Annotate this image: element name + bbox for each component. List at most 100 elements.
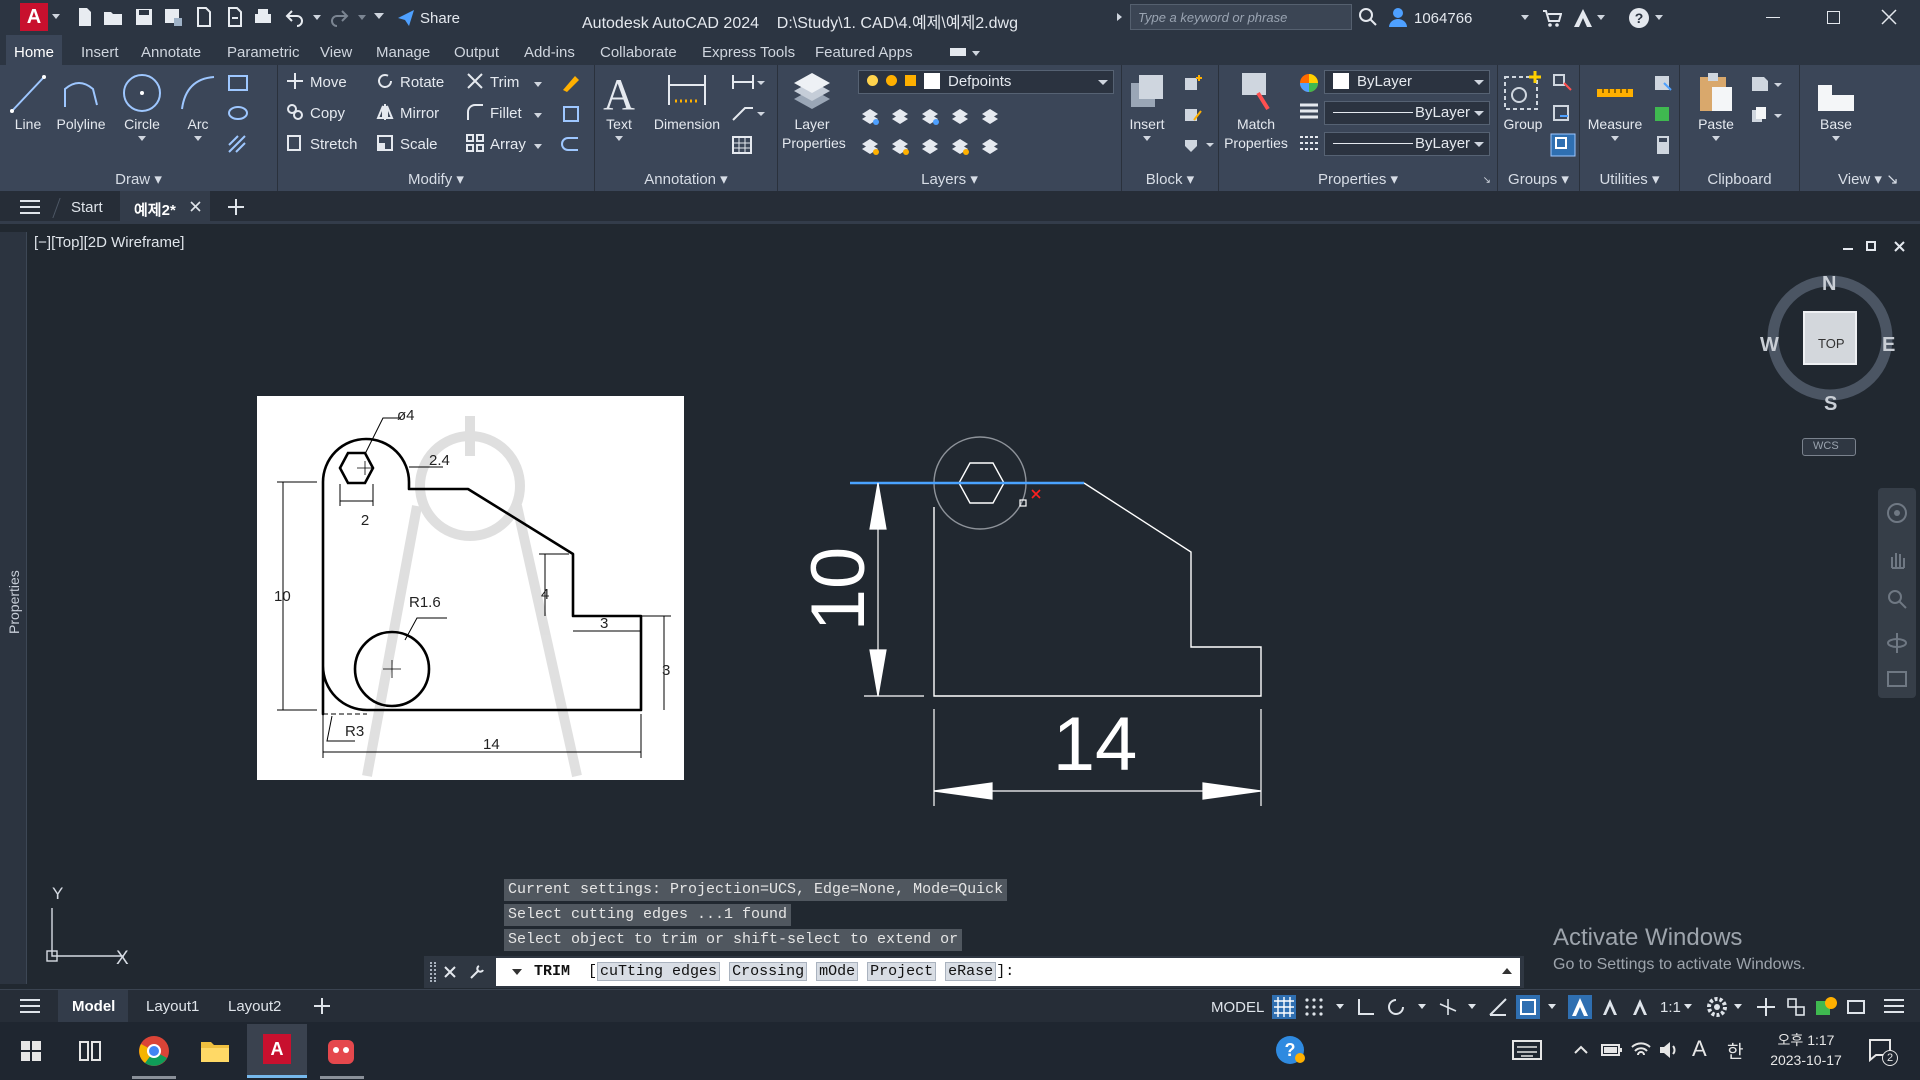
annotation-scale-value[interactable]: 1:1 xyxy=(1660,999,1681,1016)
tab-annotate[interactable]: Annotate xyxy=(141,44,201,61)
tab-manage[interactable]: Manage xyxy=(376,44,430,61)
zoom-extents-icon[interactable] xyxy=(1886,588,1908,610)
showmotion-icon[interactable] xyxy=(1886,670,1908,690)
stretch-button[interactable]: Stretch xyxy=(286,133,358,157)
paste-button[interactable]: Paste xyxy=(1694,69,1738,141)
dimension-button[interactable]: Dimension xyxy=(651,71,723,134)
option-crossing[interactable]: Crossing xyxy=(729,962,808,981)
clock[interactable]: 오후 1:17 2023-10-17 xyxy=(1760,1030,1852,1070)
linear-dimension-icon[interactable] xyxy=(731,73,765,91)
touch-keyboard-icon[interactable] xyxy=(1512,1038,1542,1062)
ribbon-display-toggle-icon[interactable] xyxy=(950,48,966,56)
leader-icon[interactable] xyxy=(731,104,765,122)
open-web-icon[interactable] xyxy=(193,6,215,28)
array-button[interactable]: Array xyxy=(466,133,526,157)
rotate-button[interactable]: Rotate xyxy=(376,71,444,95)
fillet-dropdown-icon[interactable] xyxy=(534,113,542,118)
annotation-panel-label[interactable]: Annotation ▾ xyxy=(595,170,777,188)
viewcube-south[interactable]: S xyxy=(1824,393,1837,416)
circle-dropdown-icon[interactable] xyxy=(138,136,146,141)
command-recent-dropdown-icon[interactable] xyxy=(512,969,522,975)
viewcube-east[interactable]: E xyxy=(1882,334,1895,357)
move-button[interactable]: Move xyxy=(286,71,347,95)
circle-button[interactable]: Circle xyxy=(116,71,168,141)
object-snap-tracking-icon[interactable] xyxy=(1488,997,1508,1017)
drawing-canvas[interactable]: Properties [−][Top][2D Wireframe] ø4 2.4… xyxy=(0,224,1920,989)
annotation-visibility-icon[interactable] xyxy=(1568,995,1592,1019)
linetype-dropdown[interactable]: ByLayer xyxy=(1324,132,1490,156)
ribbon-display-dropdown-icon[interactable] xyxy=(972,51,980,56)
tab-express-tools[interactable]: Express Tools xyxy=(702,44,795,61)
select-all-icon[interactable] xyxy=(1652,104,1674,124)
text-button[interactable]: A Text xyxy=(601,69,637,141)
trim-button[interactable]: Trim xyxy=(466,71,519,95)
polar-dropdown-icon[interactable] xyxy=(1418,1004,1426,1009)
save-as-icon[interactable] xyxy=(162,6,184,28)
hatch-icon[interactable] xyxy=(228,135,248,153)
restore-button[interactable] xyxy=(1827,11,1840,24)
workspace-dropdown-icon[interactable] xyxy=(1734,1004,1742,1009)
lineweight-icon[interactable] xyxy=(1299,103,1319,121)
save-icon[interactable] xyxy=(133,6,155,28)
autocad-taskbar-button[interactable]: A xyxy=(247,1024,307,1078)
ungroup-icon[interactable] xyxy=(1552,73,1574,93)
workspace-gear-icon[interactable] xyxy=(1706,996,1728,1018)
group-button[interactable]: Group xyxy=(1500,69,1546,134)
layer-sun-icon[interactable] xyxy=(886,75,897,86)
open-file-icon[interactable] xyxy=(102,6,124,28)
option-mode[interactable]: mOde xyxy=(816,962,859,981)
groups-panel-label[interactable]: Groups ▾ xyxy=(1498,170,1579,188)
wcs-menu[interactable]: WCS xyxy=(1802,438,1856,456)
layer-tools-row1-icons[interactable] xyxy=(860,105,1000,127)
orbit-icon[interactable] xyxy=(1886,632,1908,654)
rectangle-icon[interactable] xyxy=(228,75,248,91)
viewcube-west[interactable]: W xyxy=(1760,334,1779,357)
modify-panel-label[interactable]: Modify ▾ xyxy=(278,170,594,188)
ime-mode-indicator[interactable]: 한 xyxy=(1727,1038,1744,1064)
layout-tab-layout1[interactable]: Layout1 xyxy=(146,998,199,1015)
save-web-icon[interactable] xyxy=(224,6,246,28)
undo-icon[interactable] xyxy=(284,6,306,28)
reference-image[interactable]: ø4 2.4 2 10 R1.6 4 3 3 R3 14 xyxy=(257,396,684,780)
layout-tab-model[interactable]: Model xyxy=(58,990,128,1022)
layer-tools-row2-icons[interactable] xyxy=(860,135,1000,157)
insert-dropdown-icon[interactable] xyxy=(1143,136,1151,141)
wifi-icon[interactable] xyxy=(1630,1039,1652,1061)
isolate-objects-icon[interactable] xyxy=(1814,995,1838,1019)
chrome-icon[interactable] xyxy=(135,1032,173,1070)
customize-qat-icon[interactable] xyxy=(374,13,384,19)
tab-addins[interactable]: Add-ins xyxy=(524,44,575,61)
help-dropdown-icon[interactable] xyxy=(1655,15,1663,20)
view-panel-label[interactable]: View ▾ ↘ xyxy=(1800,170,1920,188)
array-dropdown-icon[interactable] xyxy=(534,144,542,149)
layout-menu-icon[interactable] xyxy=(20,998,40,1014)
trim-dropdown-icon[interactable] xyxy=(534,82,542,87)
customize-status-icon[interactable] xyxy=(1884,998,1904,1014)
mirror-button[interactable]: Mirror xyxy=(376,102,439,126)
battery-icon[interactable] xyxy=(1601,1041,1623,1059)
help-icon[interactable]: ? xyxy=(1628,7,1650,29)
auto-scale-icon[interactable] xyxy=(1600,997,1620,1017)
layers-panel-label[interactable]: Layers ▾ xyxy=(778,170,1121,188)
autodesk-dropdown-icon[interactable] xyxy=(1597,15,1605,20)
volume-icon[interactable] xyxy=(1658,1039,1680,1061)
viewport-minimize-icon[interactable] xyxy=(1843,248,1853,250)
base-view-button[interactable]: Base xyxy=(1808,71,1864,141)
group-selection-icon[interactable] xyxy=(1550,133,1576,157)
text-dropdown-icon[interactable] xyxy=(615,136,623,141)
isodraft-icon[interactable] xyxy=(1438,997,1458,1017)
arc-button[interactable]: Arc xyxy=(174,71,222,141)
polar-tracking-icon[interactable] xyxy=(1386,997,1406,1017)
units-icon[interactable] xyxy=(1786,997,1806,1017)
layer-dropdown[interactable]: Defpoints xyxy=(858,70,1114,94)
ortho-icon[interactable] xyxy=(1356,997,1376,1017)
tab-featured-apps[interactable]: Featured Apps xyxy=(815,44,913,61)
layout-tab-layout2[interactable]: Layout2 xyxy=(228,998,281,1015)
viewcube-north[interactable]: N xyxy=(1822,273,1836,296)
share-button[interactable]: Share xyxy=(420,10,460,27)
file-tab-active[interactable]: 예제2* xyxy=(120,191,210,221)
lineweight-dropdown[interactable]: ByLayer xyxy=(1324,101,1490,125)
block-panel-label[interactable]: Block ▾ xyxy=(1122,170,1218,188)
base-dropdown-icon[interactable] xyxy=(1832,136,1840,141)
fillet-button[interactable]: Fillet xyxy=(466,102,522,126)
